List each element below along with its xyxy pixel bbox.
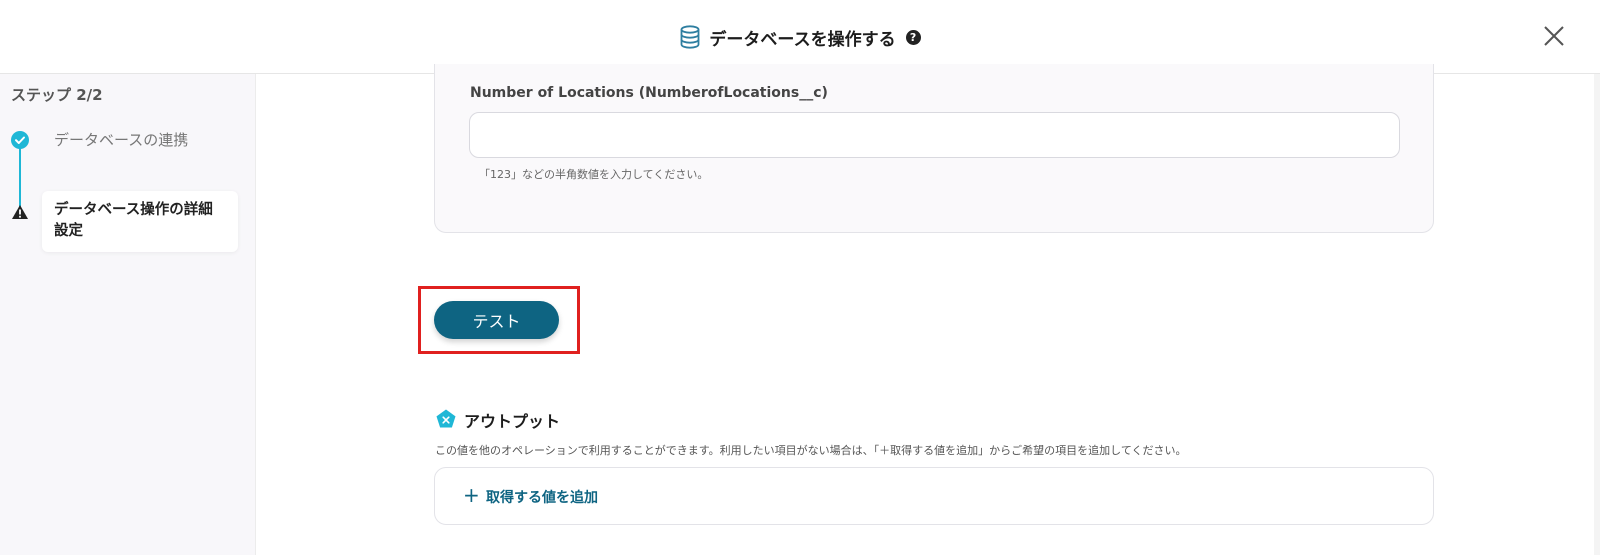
page-title: データベースを操作する <box>709 29 896 50</box>
warning-icon <box>11 204 29 220</box>
step-connector-line <box>19 148 21 208</box>
test-button[interactable]: テスト <box>434 301 559 339</box>
output-pentagon-icon <box>435 408 457 430</box>
field-hint: 「123」などの半角数値を入力してください。 <box>479 168 709 181</box>
step-item-operation-settings[interactable]: データベース操作の詳細設定 <box>42 191 238 252</box>
output-description: この値を他のオペレーションで利用することができます。利用したい項目がない場合は、… <box>435 444 1187 457</box>
header-title-group: データベースを操作する ? <box>0 0 1600 74</box>
plus-icon: + <box>463 483 480 507</box>
step-sidebar: ステップ 2/2 データベースの連携 データベース操作の詳細設定 <box>0 74 256 555</box>
field-label: Number of Locations (NumberofLocations__… <box>470 85 828 101</box>
output-title: アウトプット <box>464 412 561 431</box>
add-output-value-label: 取得する値を追加 <box>486 490 598 506</box>
step-item-database-link[interactable]: データベースの連携 <box>54 129 188 150</box>
scrollbar[interactable] <box>1594 74 1600 555</box>
check-icon <box>11 131 29 149</box>
modal-header: データベースを操作する ? <box>0 0 1600 74</box>
database-icon <box>679 25 701 49</box>
help-icon[interactable]: ? <box>905 29 921 45</box>
add-output-value-button[interactable]: + 取得する値を追加 <box>434 467 1434 525</box>
step-counter: ステップ 2/2 <box>11 86 103 104</box>
main-content: Number of Locations (NumberofLocations__… <box>257 64 1600 555</box>
close-icon[interactable] <box>1540 22 1568 50</box>
number-of-locations-input[interactable] <box>469 112 1400 158</box>
field-card: Number of Locations (NumberofLocations__… <box>434 64 1434 233</box>
